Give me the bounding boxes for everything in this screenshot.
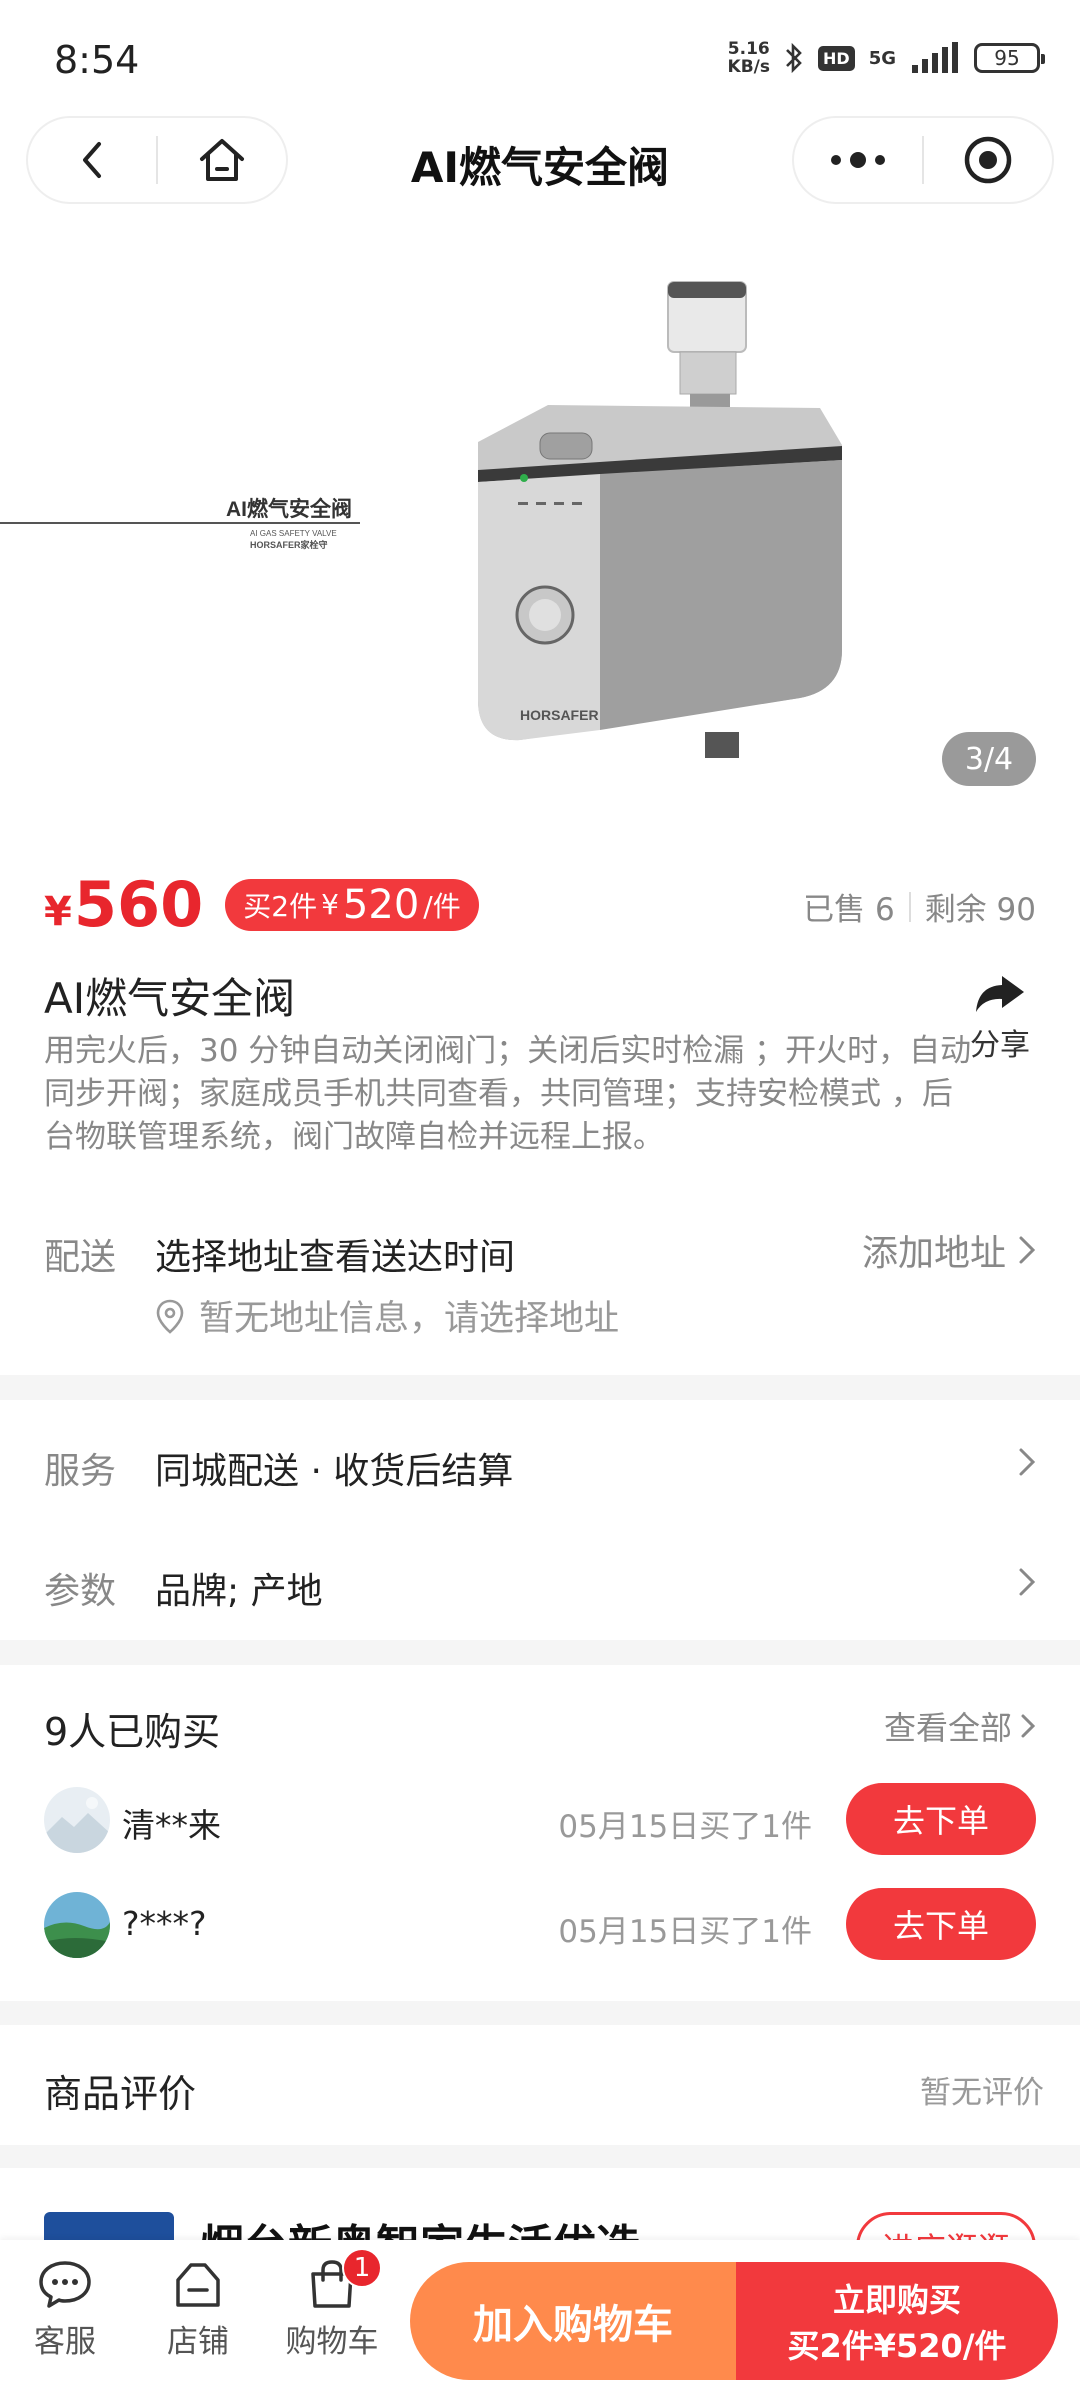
- params-value: 品牌; 产地: [155, 1571, 323, 1612]
- add-to-cart-button[interactable]: 加入购物车: [410, 2262, 736, 2380]
- remaining-count: 剩余 90: [924, 892, 1036, 928]
- more-dots-icon: [831, 152, 885, 168]
- hd-icon: HD: [818, 45, 855, 71]
- chevron-right-icon: [1019, 1568, 1036, 1596]
- buyers-title: 9人已购买: [44, 1710, 221, 1754]
- buyer-row: ?***? 05月15日买了1件 去下单: [0, 1880, 1080, 1970]
- status-bar: 8:54 5.16 KB/s HD 5G 95: [0, 0, 1080, 110]
- tab-cart[interactable]: 1 购物车: [276, 2248, 388, 2361]
- service-card: 服务 同城配送 · 收货后结算 参数 品牌; 产地: [0, 1400, 1080, 1640]
- buyers-card: 9人已购买 查看全部 清**来 05月15日买了1件 去下单 ?***? 05月: [0, 1665, 1080, 2001]
- delivery-label: 配送: [44, 1237, 117, 1278]
- nav-capsule-right: [792, 116, 1054, 204]
- order-button[interactable]: 去下单: [846, 1783, 1036, 1855]
- signal-icon: [912, 42, 958, 73]
- product-image-carousel[interactable]: AI燃气安全阀 AI GAS SAFETY VALVE HORSAFER家栓守 …: [0, 220, 1080, 820]
- shop-icon: [176, 2263, 220, 2307]
- more-button[interactable]: [794, 118, 922, 202]
- reviews-status: 暂无评价: [920, 2075, 1044, 2111]
- chat-icon: [39, 2261, 91, 2308]
- bluetooth-icon: [786, 42, 802, 74]
- buyer-time: 05月15日买了1件: [558, 1914, 812, 1950]
- bottom-action-bar: 客服 店铺 1 购物车 加入购物车 立即购买 买2件¥520/件: [0, 2240, 1080, 2400]
- image-counter: 3/4: [942, 732, 1036, 786]
- buyer-name: 清**来: [122, 1806, 221, 1845]
- delivery-prompt[interactable]: 选择地址查看送达时间: [155, 1228, 515, 1280]
- buyer-row: 清**来 05月15日买了1件 去下单: [0, 1775, 1080, 1865]
- banner-subtitle: AI GAS SAFETY VALVE: [250, 529, 337, 538]
- params-row[interactable]: 参数 品牌; 产地: [0, 1530, 1080, 1630]
- buy-now-button[interactable]: 立即购买 买2件¥520/件: [736, 2262, 1058, 2380]
- battery-icon: 95: [974, 43, 1045, 73]
- nav-bar: AI燃气安全阀: [0, 110, 1080, 220]
- add-address-button[interactable]: 添加地址: [862, 1224, 1036, 1276]
- service-value: 同城配送 · 收货后结算: [155, 1451, 514, 1492]
- service-row[interactable]: 服务 同城配送 · 收货后结算: [0, 1410, 1080, 1510]
- buyer-name: ?***?: [122, 1904, 207, 1943]
- chevron-right-icon: [1019, 1236, 1036, 1264]
- sold-divider: [908, 891, 911, 922]
- location-pin-icon: [156, 1299, 184, 1334]
- product-description: 用完火后，30 分钟自动关闭阀门；关闭后实时检漏 ；开火时，自动同步开阀；家庭成…: [44, 1033, 972, 1155]
- close-miniapp-button[interactable]: [924, 118, 1052, 202]
- order-button[interactable]: 去下单: [846, 1888, 1036, 1960]
- reviews-card[interactable]: 商品评价 暂无评价: [0, 2025, 1080, 2145]
- cart-count-badge: 1: [342, 2248, 382, 2288]
- reviews-title: 商品评价: [44, 2072, 197, 2116]
- avatar: [44, 1787, 110, 1853]
- params-label: 参数: [44, 1571, 117, 1612]
- banner-brand: HORSAFER家栓守: [250, 539, 328, 550]
- target-icon: [964, 136, 1012, 184]
- product-name: AI燃气安全阀: [44, 974, 296, 1023]
- sales-info: 已售 6 剩余 90: [803, 884, 1036, 929]
- network-label: 5G: [868, 47, 896, 69]
- promo-badge: 买2件 ¥ 520 /件: [225, 878, 479, 931]
- status-icons: 5.16 KB/s HD 5G 95: [727, 39, 1045, 77]
- service-label: 服务: [44, 1451, 117, 1492]
- device-brand: HORSAFER: [520, 707, 599, 723]
- price-value: 560: [73, 868, 204, 941]
- net-speed: 5.16 KB/s: [727, 39, 771, 77]
- banner-title: AI燃气安全阀: [226, 497, 352, 521]
- sold-count: 已售 6: [803, 892, 895, 928]
- product-photo: AI燃气安全阀 AI GAS SAFETY VALVE HORSAFER家栓守 …: [0, 281, 842, 758]
- tab-customer-service[interactable]: 客服: [10, 2258, 120, 2361]
- price-row: ¥ 560 买2件 ¥ 520 /件: [44, 868, 479, 941]
- chevron-right-icon: [1019, 1448, 1036, 1476]
- no-address-info: 暂无地址信息，请选择地址: [155, 1290, 619, 1341]
- chevron-right-icon: [1021, 1714, 1036, 1738]
- avatar: [44, 1892, 110, 1958]
- tab-shop[interactable]: 店铺: [143, 2258, 253, 2361]
- share-icon: [976, 976, 1024, 1012]
- product-info-card: ¥ 560 买2件 ¥ 520 /件 已售 6 剩余 90 AI燃气安全阀 分享…: [0, 820, 1080, 1375]
- status-time: 8:54: [54, 38, 140, 82]
- buyer-time: 05月15日买了1件: [558, 1809, 812, 1845]
- price-symbol: ¥: [44, 888, 72, 935]
- view-all-buyers-link[interactable]: 查看全部: [884, 1703, 1036, 1749]
